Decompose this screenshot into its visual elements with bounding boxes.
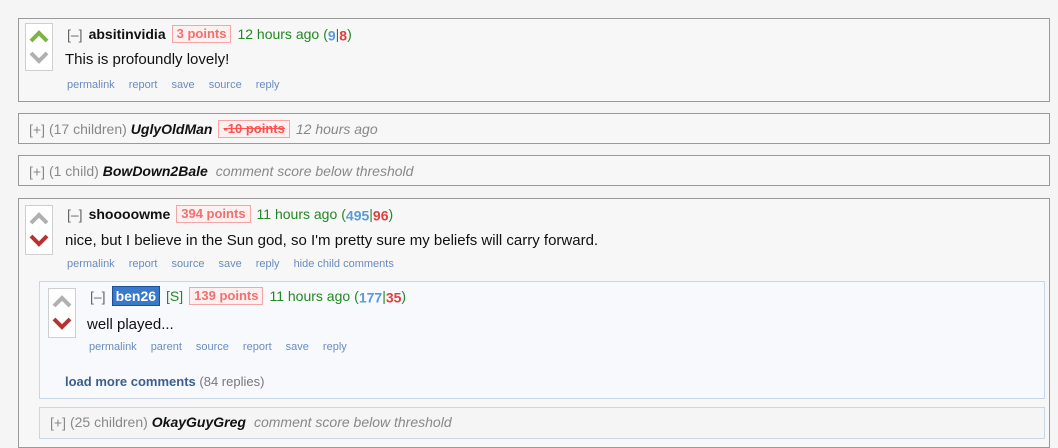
timestamp: 11 hours ago	[256, 206, 338, 223]
username-link[interactable]: shoooowme	[89, 206, 171, 222]
comment-tagline: [+] (25 children) OkayGuyGreg comment score…	[50, 412, 452, 431]
username-link[interactable]: ben26	[111, 286, 161, 307]
report-link[interactable]: report	[129, 258, 158, 270]
permalink-link[interactable]: permalink	[89, 341, 137, 353]
points-badge: 394 points	[176, 205, 251, 224]
comment-tagline: [–] ben26 [S] 139 points 11 hours ago (177|35…	[90, 286, 407, 307]
save-link[interactable]: save	[171, 79, 194, 91]
collapse-toggle[interactable]: [–]	[90, 288, 106, 304]
comment-absitinvidia: [–] absitinvidia 3 points 12 hours ago (9|8)…	[18, 18, 1050, 102]
source-link[interactable]: source	[196, 341, 229, 353]
vote-box	[48, 288, 76, 338]
vote-breakdown: (177|35)	[354, 287, 407, 305]
downvote-count: 8	[339, 26, 348, 43]
comment-actions: permalink parent source report save reply	[89, 341, 361, 353]
comment-actions: permalink report save source reply	[67, 79, 294, 91]
points-badge: 3 points	[171, 25, 232, 44]
upvote-arrow-icon[interactable]	[51, 293, 73, 311]
comment-tagline: [–] shoooowme 394 points 11 hours ago (495|9…	[67, 204, 393, 224]
downvote-arrow-icon[interactable]	[28, 231, 50, 249]
downvote-arrow-icon[interactable]	[51, 314, 73, 332]
downvote-count: 96	[372, 206, 389, 223]
comment-bowdown2bale-collapsed: [+] (1 child) BowDown2Bale comment score be…	[18, 155, 1050, 186]
comment-tagline: [–] absitinvidia 3 points 12 hours ago (9|8)	[67, 24, 352, 44]
children-count: (1 child)	[48, 163, 99, 180]
comment-actions: permalink report source save reply hide child…	[67, 258, 408, 270]
timestamp: 12 hours ago	[295, 121, 378, 138]
downvote-count: 35	[385, 288, 402, 305]
username-link[interactable]: absitinvidia	[89, 26, 166, 42]
comment-body: well played...	[87, 316, 174, 333]
save-link[interactable]: save	[218, 258, 241, 270]
points-badge: 139 points	[189, 287, 264, 306]
report-link[interactable]: report	[129, 79, 158, 91]
username-link[interactable]: BowDown2Bale	[103, 163, 208, 179]
reply-link[interactable]: reply	[323, 341, 347, 353]
comment-okayguygreg-collapsed: [+] (25 children) OkayGuyGreg comment score…	[39, 407, 1045, 439]
reply-count: (84 replies)	[199, 374, 265, 389]
permalink-link[interactable]: permalink	[67, 79, 115, 91]
source-link[interactable]: source	[171, 258, 204, 270]
upvote-arrow-icon[interactable]	[28, 28, 50, 46]
vote-box	[25, 205, 53, 255]
username-link[interactable]: UglyOldMan	[131, 121, 213, 137]
reply-link[interactable]: reply	[256, 258, 280, 270]
upvote-arrow-icon[interactable]	[28, 210, 50, 228]
expand-toggle[interactable]: [+]	[29, 163, 45, 179]
save-link[interactable]: save	[286, 341, 309, 353]
parent-link[interactable]: parent	[151, 341, 182, 353]
expand-toggle[interactable]: [+]	[29, 121, 45, 137]
timestamp: 11 hours ago	[269, 288, 351, 305]
upvote-count: 495	[345, 206, 370, 223]
points-badge: -10 points	[218, 120, 290, 139]
report-link[interactable]: report	[243, 341, 272, 353]
vote-breakdown: (9|8)	[323, 25, 352, 43]
expand-toggle[interactable]: [+]	[50, 414, 66, 430]
timestamp: 12 hours ago	[237, 26, 320, 43]
upvote-count: 9	[327, 26, 336, 43]
upvote-count: 177	[358, 288, 383, 305]
username-link[interactable]: OkayGuyGreg	[152, 414, 246, 430]
comment-shoooowme: [–] shoooowme 394 points 11 hours ago (495|9…	[18, 198, 1050, 448]
downvote-arrow-icon[interactable]	[28, 48, 50, 66]
comment-body: nice, but I believe in the Sun god, so I…	[65, 232, 599, 249]
children-count: (25 children)	[69, 414, 148, 431]
comment-tagline: [+] (1 child) BowDown2Bale comment score be…	[29, 161, 413, 180]
children-count: (17 children)	[48, 121, 127, 138]
collapse-toggle[interactable]: [–]	[67, 206, 83, 222]
source-link[interactable]: source	[209, 79, 242, 91]
reply-link[interactable]: reply	[256, 79, 280, 91]
threshold-notice: comment score below threshold	[253, 414, 452, 431]
permalink-link[interactable]: permalink	[67, 258, 115, 270]
vote-box	[25, 23, 53, 71]
collapse-toggle[interactable]: [–]	[67, 26, 83, 42]
load-more-label[interactable]: load more comments	[65, 374, 196, 389]
comment-tagline: [+] (17 children) UglyOldMan -10 points 12 h…	[29, 119, 378, 139]
submitter-tag: [S]	[166, 288, 184, 305]
comment-body: This is profoundly lovely!	[65, 51, 230, 68]
hide-child-comments-link[interactable]: hide child comments	[294, 258, 394, 270]
comment-ben26: [–] ben26 [S] 139 points 11 hours ago (177|35…	[39, 281, 1045, 399]
load-more-comments[interactable]: load more comments (84 replies)	[65, 374, 264, 389]
vote-breakdown: (495|96)	[341, 205, 394, 223]
threshold-notice: comment score below threshold	[215, 163, 414, 180]
comment-uglyoldman-collapsed: [+] (17 children) UglyOldMan -10 points 12 h…	[18, 113, 1050, 144]
